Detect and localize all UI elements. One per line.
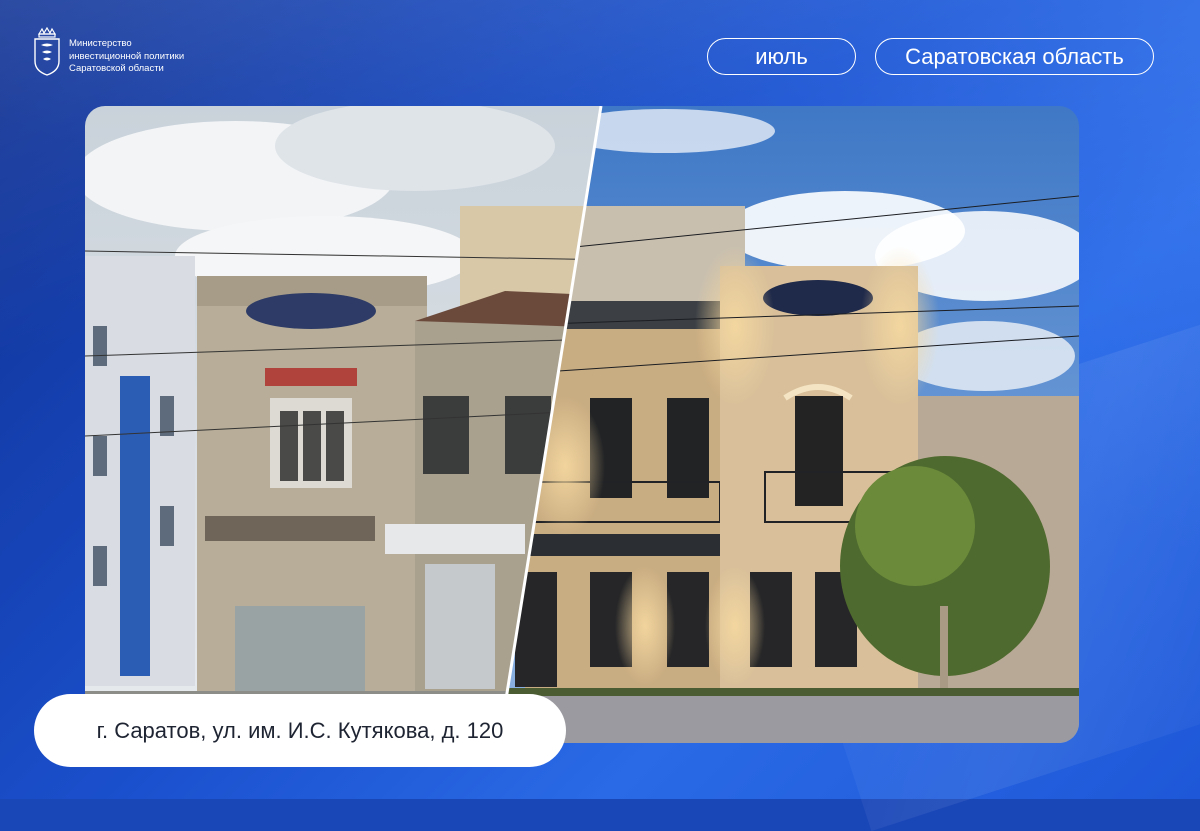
month-badge: июль <box>707 38 856 75</box>
photo-canvas <box>85 106 1079 743</box>
before-after-photo <box>85 106 1079 743</box>
ministry-line-1: Министерство <box>69 38 132 49</box>
crest-icon <box>34 27 60 76</box>
ministry-line-2: инвестиционной политики <box>69 50 185 62</box>
ministry-line-3: Саратовской области <box>69 63 164 74</box>
region-badge: Саратовская область <box>875 38 1154 75</box>
ministry-name: Министерство инвестиционной политики Сар… <box>69 38 184 76</box>
ministry-logo: Министерство инвестиционной политики Сар… <box>33 27 184 77</box>
address-label: г. Саратов, ул. им. И.С. Кутякова, д. 12… <box>34 694 566 767</box>
